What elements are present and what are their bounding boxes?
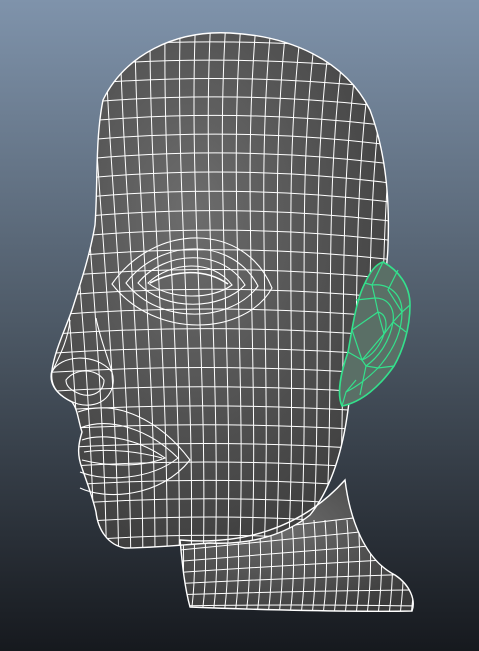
viewport-canvas[interactable] [0, 0, 479, 651]
3d-viewport[interactable] [0, 0, 479, 651]
